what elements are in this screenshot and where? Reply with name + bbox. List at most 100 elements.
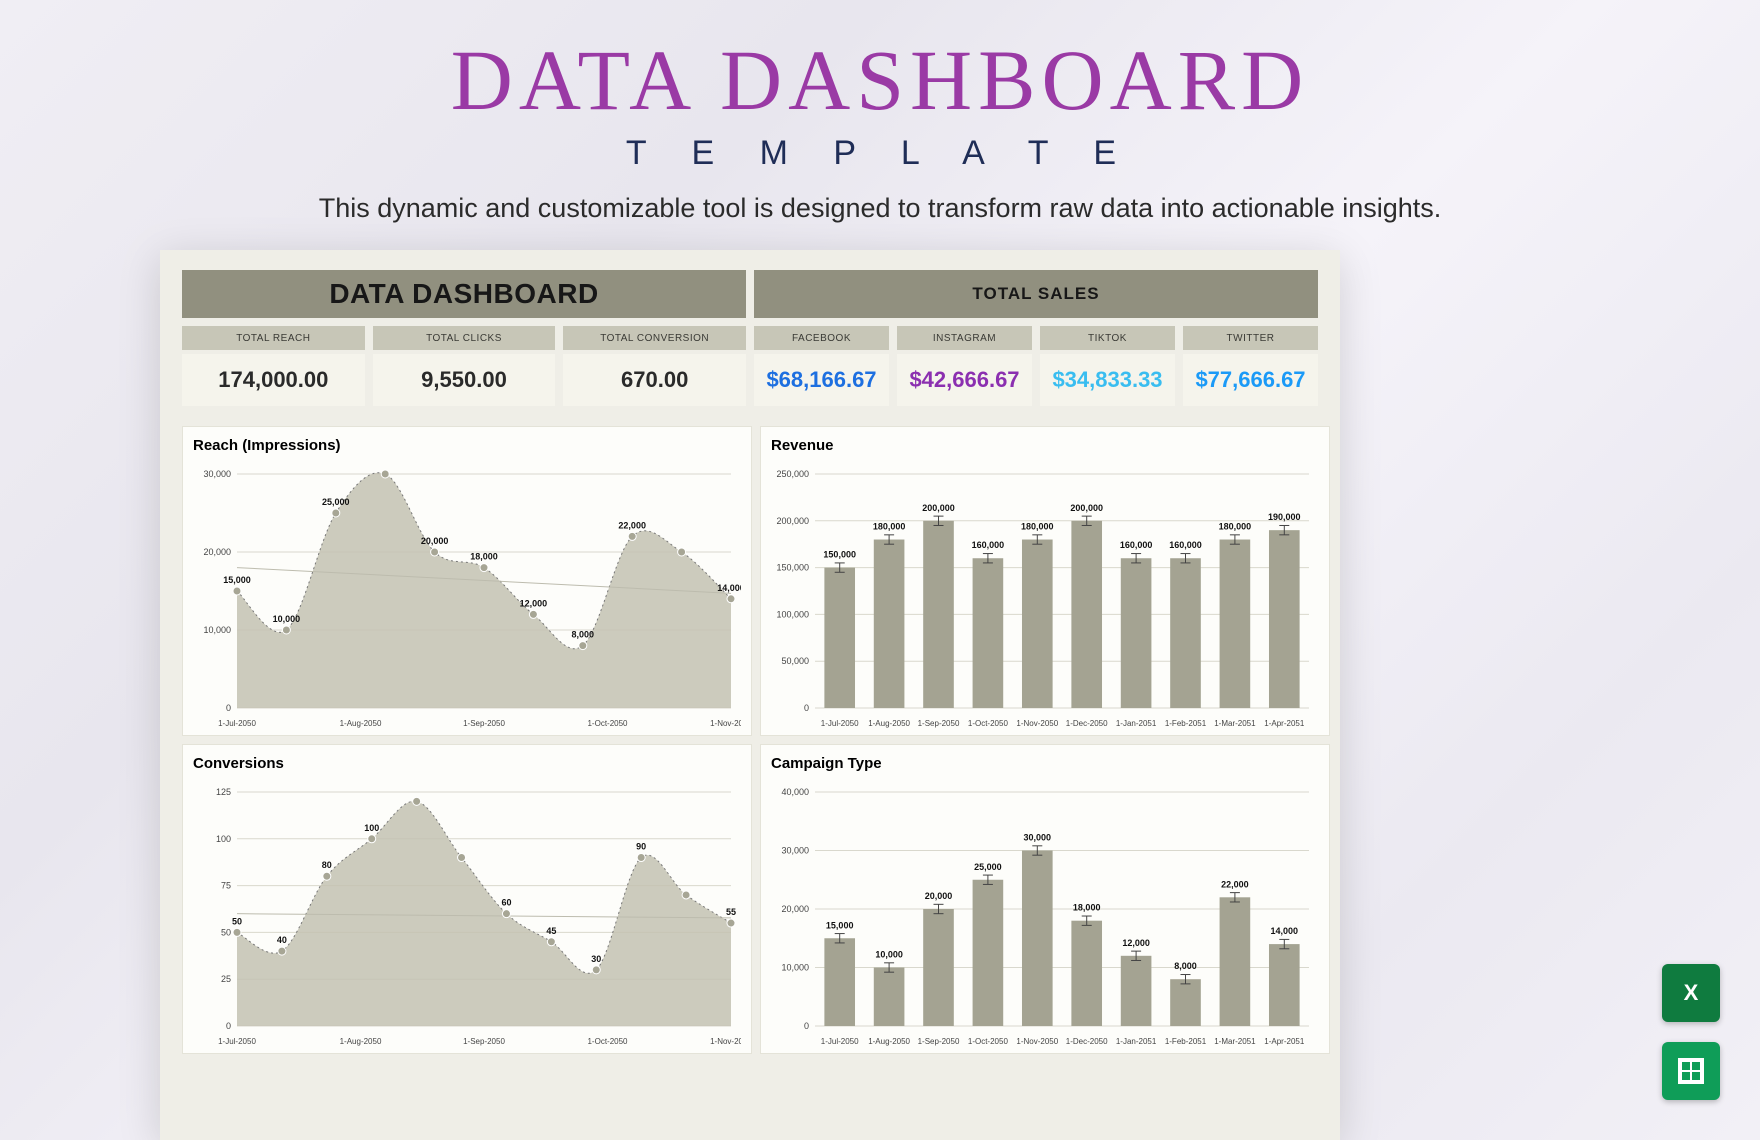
svg-text:1-Oct-2050: 1-Oct-2050	[587, 719, 628, 728]
svg-text:100: 100	[216, 834, 231, 844]
svg-text:125: 125	[216, 787, 231, 797]
svg-text:180,000: 180,000	[1021, 522, 1054, 532]
svg-text:12,000: 12,000	[1122, 938, 1150, 948]
svg-text:160,000: 160,000	[972, 540, 1005, 550]
svg-text:22,000: 22,000	[618, 520, 646, 530]
svg-text:12,000: 12,000	[520, 598, 548, 608]
svg-text:25,000: 25,000	[322, 497, 350, 507]
svg-text:25,000: 25,000	[974, 862, 1002, 872]
svg-text:1-Sep-2050: 1-Sep-2050	[918, 719, 960, 728]
chart-title: Conversions	[193, 755, 741, 772]
svg-text:1-Oct-2050: 1-Oct-2050	[968, 719, 1009, 728]
chart-card-revenue: Revenue050,000100,000150,000200,000250,0…	[760, 426, 1330, 736]
hero-title: DATA DASHBOARD	[0, 30, 1760, 130]
kpi-value: $42,666.67	[897, 354, 1032, 406]
svg-text:75: 75	[221, 881, 231, 891]
kpi-header: TIKTOK	[1040, 326, 1175, 350]
svg-text:20,000: 20,000	[421, 536, 449, 546]
svg-text:1-Aug-2050: 1-Aug-2050	[868, 1037, 910, 1046]
svg-text:160,000: 160,000	[1169, 540, 1202, 550]
svg-text:1-Sep-2050: 1-Sep-2050	[918, 1037, 960, 1046]
svg-text:1-Nov-2050: 1-Nov-2050	[1016, 719, 1058, 728]
svg-text:80: 80	[322, 860, 332, 870]
kpi-value: $34,833.33	[1040, 354, 1175, 406]
file-format-icons: X	[1662, 964, 1720, 1100]
svg-text:1-Mar-2051: 1-Mar-2051	[1214, 719, 1256, 728]
kpi-value: $68,166.67	[754, 354, 889, 406]
svg-text:0: 0	[226, 1021, 231, 1031]
svg-text:1-Mar-2051: 1-Mar-2051	[1214, 1037, 1256, 1046]
svg-text:8,000: 8,000	[1174, 961, 1197, 971]
svg-text:1-Dec-2050: 1-Dec-2050	[1066, 719, 1108, 728]
svg-text:30,000: 30,000	[1024, 833, 1052, 843]
svg-text:20,000: 20,000	[781, 904, 809, 914]
svg-text:55: 55	[726, 907, 736, 917]
chart-card-reach: Reach (Impressions) 0 10,000 20,000 30,000 15…	[182, 426, 752, 736]
kpi-header: FACEBOOK	[754, 326, 889, 350]
kpi-value: 9,550.00	[373, 354, 556, 406]
svg-text:200,000: 200,000	[776, 516, 809, 526]
google-sheets-icon	[1662, 1042, 1720, 1100]
svg-text:1-Aug-2050: 1-Aug-2050	[340, 1037, 382, 1046]
kpi-header: TOTAL REACH	[182, 326, 365, 350]
svg-text:1-Jul-2050: 1-Jul-2050	[218, 719, 256, 728]
excel-icon: X	[1662, 964, 1720, 1022]
svg-text:1-Nov-2050: 1-Nov-2050	[710, 1037, 741, 1046]
svg-text:1-Aug-2050: 1-Aug-2050	[340, 719, 382, 728]
svg-text:1-Dec-2050: 1-Dec-2050	[1066, 1037, 1108, 1046]
chart-title: Reach (Impressions)	[193, 437, 741, 454]
svg-text:1-Jul-2050: 1-Jul-2050	[821, 719, 859, 728]
kpi-header: TWITTER	[1183, 326, 1318, 350]
svg-text:8,000: 8,000	[572, 630, 595, 640]
svg-text:1-Feb-2051: 1-Feb-2051	[1165, 1037, 1207, 1046]
svg-text:18,000: 18,000	[470, 552, 498, 562]
chart-card-conversions: Conversions02550751001255040801006045309…	[182, 744, 752, 1054]
svg-text:0: 0	[226, 703, 231, 713]
svg-text:18,000: 18,000	[1073, 903, 1101, 913]
svg-text:1-Jul-2050: 1-Jul-2050	[218, 1037, 256, 1046]
svg-text:180,000: 180,000	[1219, 522, 1252, 532]
svg-text:180,000: 180,000	[873, 522, 906, 532]
svg-text:0: 0	[804, 703, 809, 713]
svg-text:1-Sep-2050: 1-Sep-2050	[463, 719, 505, 728]
svg-text:1-Jul-2050: 1-Jul-2050	[821, 1037, 859, 1046]
svg-text:1-Aug-2050: 1-Aug-2050	[868, 719, 910, 728]
kpi-header: TOTAL CONVERSION	[563, 326, 746, 350]
hero-description: This dynamic and customizable tool is de…	[0, 193, 1760, 224]
svg-text:15,000: 15,000	[223, 575, 251, 585]
total-sales-title-bar: TOTAL SALES	[754, 270, 1318, 318]
svg-text:1-Nov-2050: 1-Nov-2050	[710, 719, 741, 728]
svg-text:20,000: 20,000	[925, 891, 953, 901]
svg-text:200,000: 200,000	[1070, 503, 1103, 513]
svg-text:1-Apr-2051: 1-Apr-2051	[1264, 1037, 1305, 1046]
chart-title: Campaign Type	[771, 755, 1319, 772]
svg-text:100: 100	[364, 823, 379, 833]
svg-text:10,000: 10,000	[273, 614, 301, 624]
svg-text:22,000: 22,000	[1221, 879, 1249, 889]
svg-text:90: 90	[636, 842, 646, 852]
svg-text:15,000: 15,000	[826, 920, 854, 930]
kpi-header: TOTAL CLICKS	[373, 326, 556, 350]
chart-title: Revenue	[771, 437, 1319, 454]
svg-text:50,000: 50,000	[781, 656, 809, 666]
svg-text:1-Apr-2051: 1-Apr-2051	[1264, 719, 1305, 728]
svg-text:150,000: 150,000	[776, 563, 809, 573]
svg-text:0: 0	[804, 1021, 809, 1031]
hero-subtitle: T E M P L A T E	[0, 134, 1760, 173]
svg-text:1-Nov-2050: 1-Nov-2050	[1016, 1037, 1058, 1046]
svg-text:30: 30	[591, 954, 601, 964]
svg-text:10,000: 10,000	[781, 963, 809, 973]
svg-text:1-Feb-2051: 1-Feb-2051	[1165, 719, 1207, 728]
svg-text:1-Jan-2051: 1-Jan-2051	[1116, 1037, 1157, 1046]
svg-text:100,000: 100,000	[776, 609, 809, 619]
svg-text:10,000: 10,000	[875, 950, 903, 960]
hero: DATA DASHBOARD T E M P L A T E This dyna…	[0, 0, 1760, 224]
svg-text:14,000: 14,000	[1271, 926, 1299, 936]
svg-text:25: 25	[221, 974, 231, 984]
svg-text:30,000: 30,000	[781, 846, 809, 856]
left-kpi-block: TOTAL REACHTOTAL CLICKSTOTAL CONVERSION …	[182, 326, 746, 406]
kpi-header: INSTAGRAM	[897, 326, 1032, 350]
chart-card-campaign: Campaign Type010,00020,00030,00040,00015…	[760, 744, 1330, 1054]
svg-text:30,000: 30,000	[203, 469, 231, 479]
svg-text:1-Jan-2051: 1-Jan-2051	[1116, 719, 1157, 728]
